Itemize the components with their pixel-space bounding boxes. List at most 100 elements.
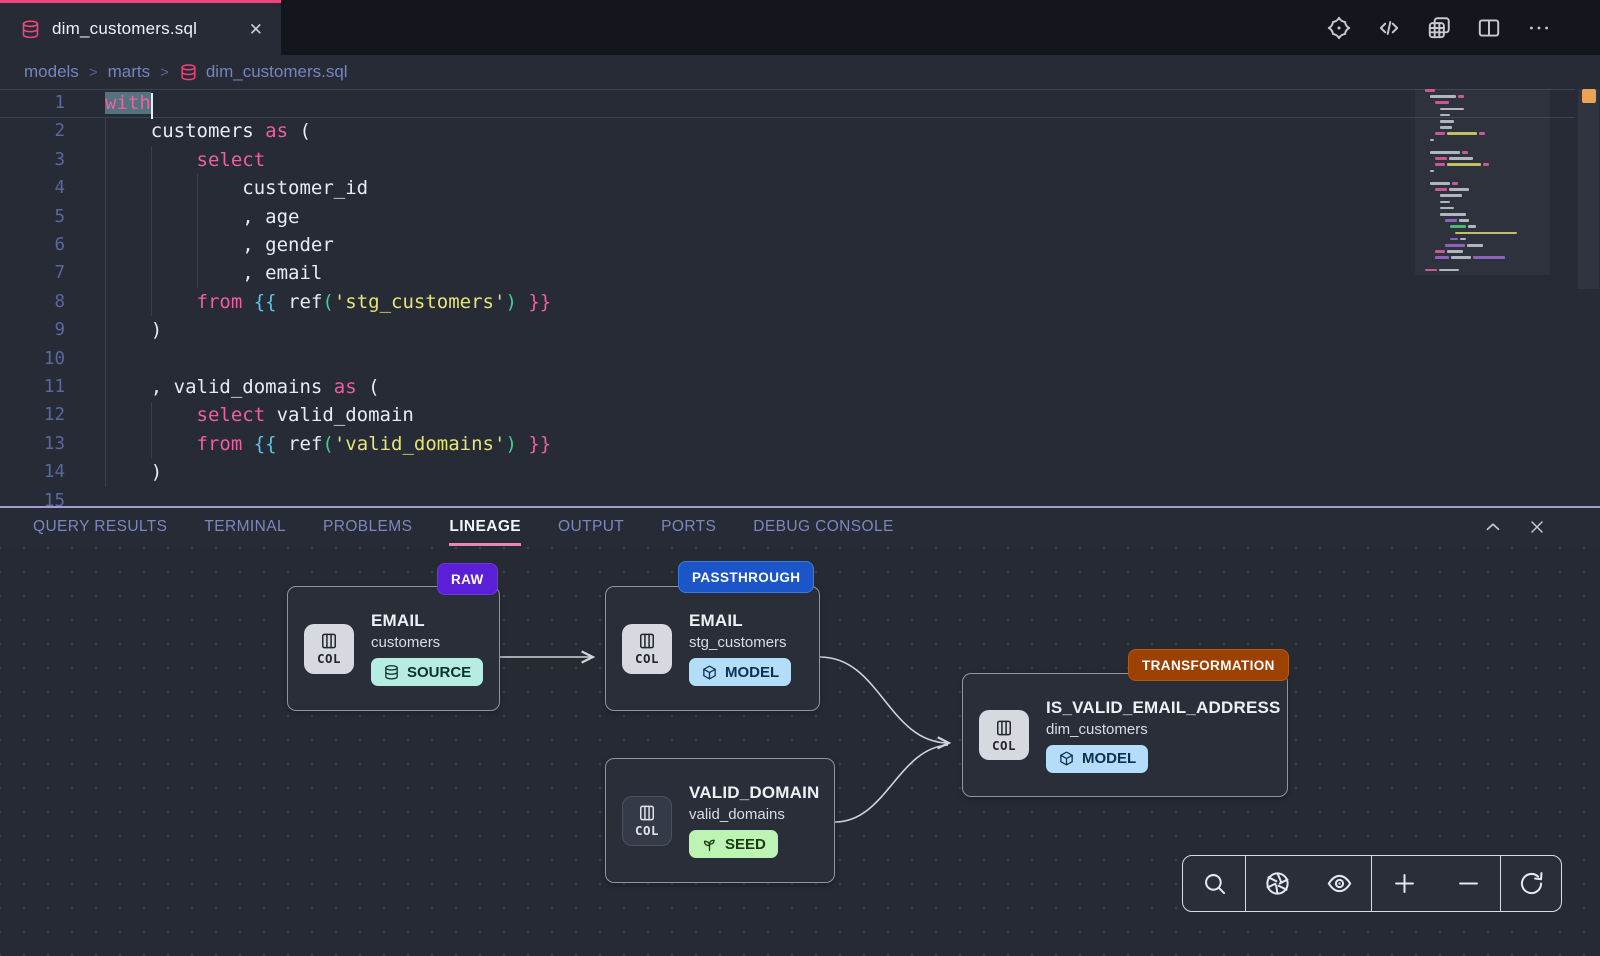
line-number: 11: [0, 373, 65, 401]
node-title: EMAIL: [371, 611, 483, 631]
collapse-panel-button[interactable]: [1482, 516, 1504, 538]
column-chip[interactable]: COL: [304, 624, 354, 674]
column-chip[interactable]: COL: [979, 710, 1029, 760]
minimap-line: [1435, 157, 1473, 160]
breadcrumb-separator: >: [160, 64, 169, 81]
lineage-node-dim_customers[interactable]: COLIS_VALID_EMAIL_ADDRESSdim_customersMO…: [962, 673, 1288, 797]
node-type-badge-model: MODEL: [1046, 745, 1148, 773]
minimap-line: [1455, 232, 1517, 235]
code-text: ): [105, 316, 162, 344]
scrollbar-thumb[interactable]: [1578, 89, 1599, 289]
lineage-node-stg_customers[interactable]: COLEMAILstg_customersMODEL: [605, 586, 820, 711]
lineage-toolbar: [1182, 855, 1562, 912]
minimap-line: [1435, 256, 1505, 259]
column-chip-label: COL: [635, 823, 659, 838]
code-line-8: 8 from {{ ref('stg_customers') }}: [0, 288, 1575, 316]
indent-guide: [197, 174, 198, 288]
minimap-line: [1440, 120, 1454, 123]
lineage-edge-valid_domains-to-dim_customers: [835, 745, 948, 822]
aperture-button[interactable]: [1255, 862, 1299, 906]
more-icon: [1526, 15, 1552, 41]
column-chip[interactable]: COL: [622, 796, 672, 846]
minimap-line: [1445, 244, 1483, 247]
zoom-out-button[interactable]: [1446, 862, 1490, 906]
lineage-canvas[interactable]: COLEMAILcustomersSOURCERAWCOLEMAILstg_cu…: [0, 546, 1600, 956]
node-type-badge-model: MODEL: [689, 658, 791, 686]
breadcrumb-file-label: dim_customers.sql: [206, 62, 348, 82]
lineage-edge-stg_customers-to-dim_customers: [820, 657, 948, 743]
code-line-5: 5 , age: [0, 203, 1575, 231]
panel-tab-output[interactable]: OUTPUT: [558, 508, 624, 546]
line-number: 6: [0, 231, 65, 259]
minimap-line: [1445, 219, 1469, 222]
column-chip-label: COL: [992, 738, 1016, 753]
code-text: customer_id: [105, 174, 368, 202]
toolbar-group: [1501, 856, 1561, 911]
node-subtitle: dim_customers: [1046, 721, 1271, 738]
minimap[interactable]: [1425, 89, 1540, 289]
code-button[interactable]: [1376, 15, 1402, 41]
code-line-6: 6 , gender: [0, 231, 1575, 259]
code-line-3: 3 select: [0, 146, 1575, 174]
editor-tab[interactable]: dim_customers.sql ✕: [0, 0, 281, 55]
dbt-logo-icon: [1326, 15, 1352, 41]
code-line-12: 12 select valid_domain: [0, 401, 1575, 429]
minimap-line: [1435, 101, 1449, 104]
indent-guide: [105, 117, 106, 487]
node-title: EMAIL: [689, 611, 791, 631]
copy-table-button[interactable]: [1426, 15, 1452, 41]
code-text: select: [105, 146, 265, 174]
code-line-10: 10: [0, 345, 1575, 373]
minimap-line: [1430, 139, 1434, 142]
lineage-node-valid_domains[interactable]: COLVALID_DOMAINvalid_domainsSEED: [605, 758, 835, 883]
more-button[interactable]: [1526, 15, 1552, 41]
code-text: , valid_domains as (: [105, 373, 380, 401]
close-panel-button[interactable]: [1526, 516, 1548, 538]
node-type-label: SEED: [725, 836, 766, 853]
columns-icon: [637, 631, 657, 651]
search-button[interactable]: [1192, 862, 1236, 906]
editor-scrollbar[interactable]: [1577, 89, 1600, 506]
zoom-in-button[interactable]: [1382, 862, 1426, 906]
split-editor-icon: [1476, 15, 1502, 41]
breadcrumb-item-models[interactable]: models: [24, 62, 79, 82]
split-editor-button[interactable]: [1476, 15, 1502, 41]
minimap-line: [1440, 213, 1466, 216]
code-line-14: 14 ): [0, 458, 1575, 486]
panel-tab-query-results[interactable]: QUERY RESULTS: [33, 508, 167, 546]
node-type-badge-source: SOURCE: [371, 658, 483, 686]
panel-tab-problems[interactable]: PROBLEMS: [323, 508, 412, 546]
minimap-line: [1450, 238, 1466, 241]
dbt-logo-button[interactable]: [1326, 15, 1352, 41]
breadcrumb-item-file[interactable]: dim_customers.sql: [179, 62, 348, 82]
refresh-button[interactable]: [1509, 862, 1553, 906]
panel-tab-bar: QUERY RESULTS TERMINAL PROBLEMS LINEAGE OUTP…: [0, 508, 1600, 546]
code-line-2: 2 customers as (: [0, 117, 1575, 145]
database-icon: [383, 664, 400, 681]
text-cursor: [151, 93, 153, 119]
code-editor[interactable]: 1with2 customers as (3 select4 customer_…: [0, 89, 1600, 506]
panel-actions: [1482, 508, 1548, 546]
node-type-badge-seed: SEED: [689, 830, 778, 858]
code-text: , gender: [105, 231, 334, 259]
minimap-line: [1435, 132, 1485, 135]
breadcrumb-item-marts[interactable]: marts: [108, 62, 151, 82]
database-icon: [20, 19, 41, 40]
node-type-label: MODEL: [725, 664, 779, 681]
minimap-line: [1435, 188, 1469, 191]
line-number: 12: [0, 401, 65, 429]
code-line-4: 4 customer_id: [0, 174, 1575, 202]
panel-tab-ports[interactable]: PORTS: [661, 508, 716, 546]
column-chip[interactable]: COL: [622, 624, 672, 674]
panel-tab-debug-console[interactable]: DEBUG CONSOLE: [753, 508, 893, 546]
close-icon[interactable]: ✕: [245, 19, 267, 40]
panel-tab-lineage[interactable]: LINEAGE: [449, 508, 521, 546]
scrollbar-selection-marker: [1582, 89, 1596, 103]
eye-button[interactable]: [1318, 862, 1362, 906]
line-number: 1: [0, 89, 65, 117]
minimap-line: [1440, 114, 1450, 117]
lineage-node-customers[interactable]: COLEMAILcustomersSOURCE: [287, 586, 500, 711]
panel-tab-terminal[interactable]: TERMINAL: [204, 508, 286, 546]
node-subtitle: valid_domains: [689, 806, 818, 823]
zoom-out-icon: [1455, 870, 1482, 897]
